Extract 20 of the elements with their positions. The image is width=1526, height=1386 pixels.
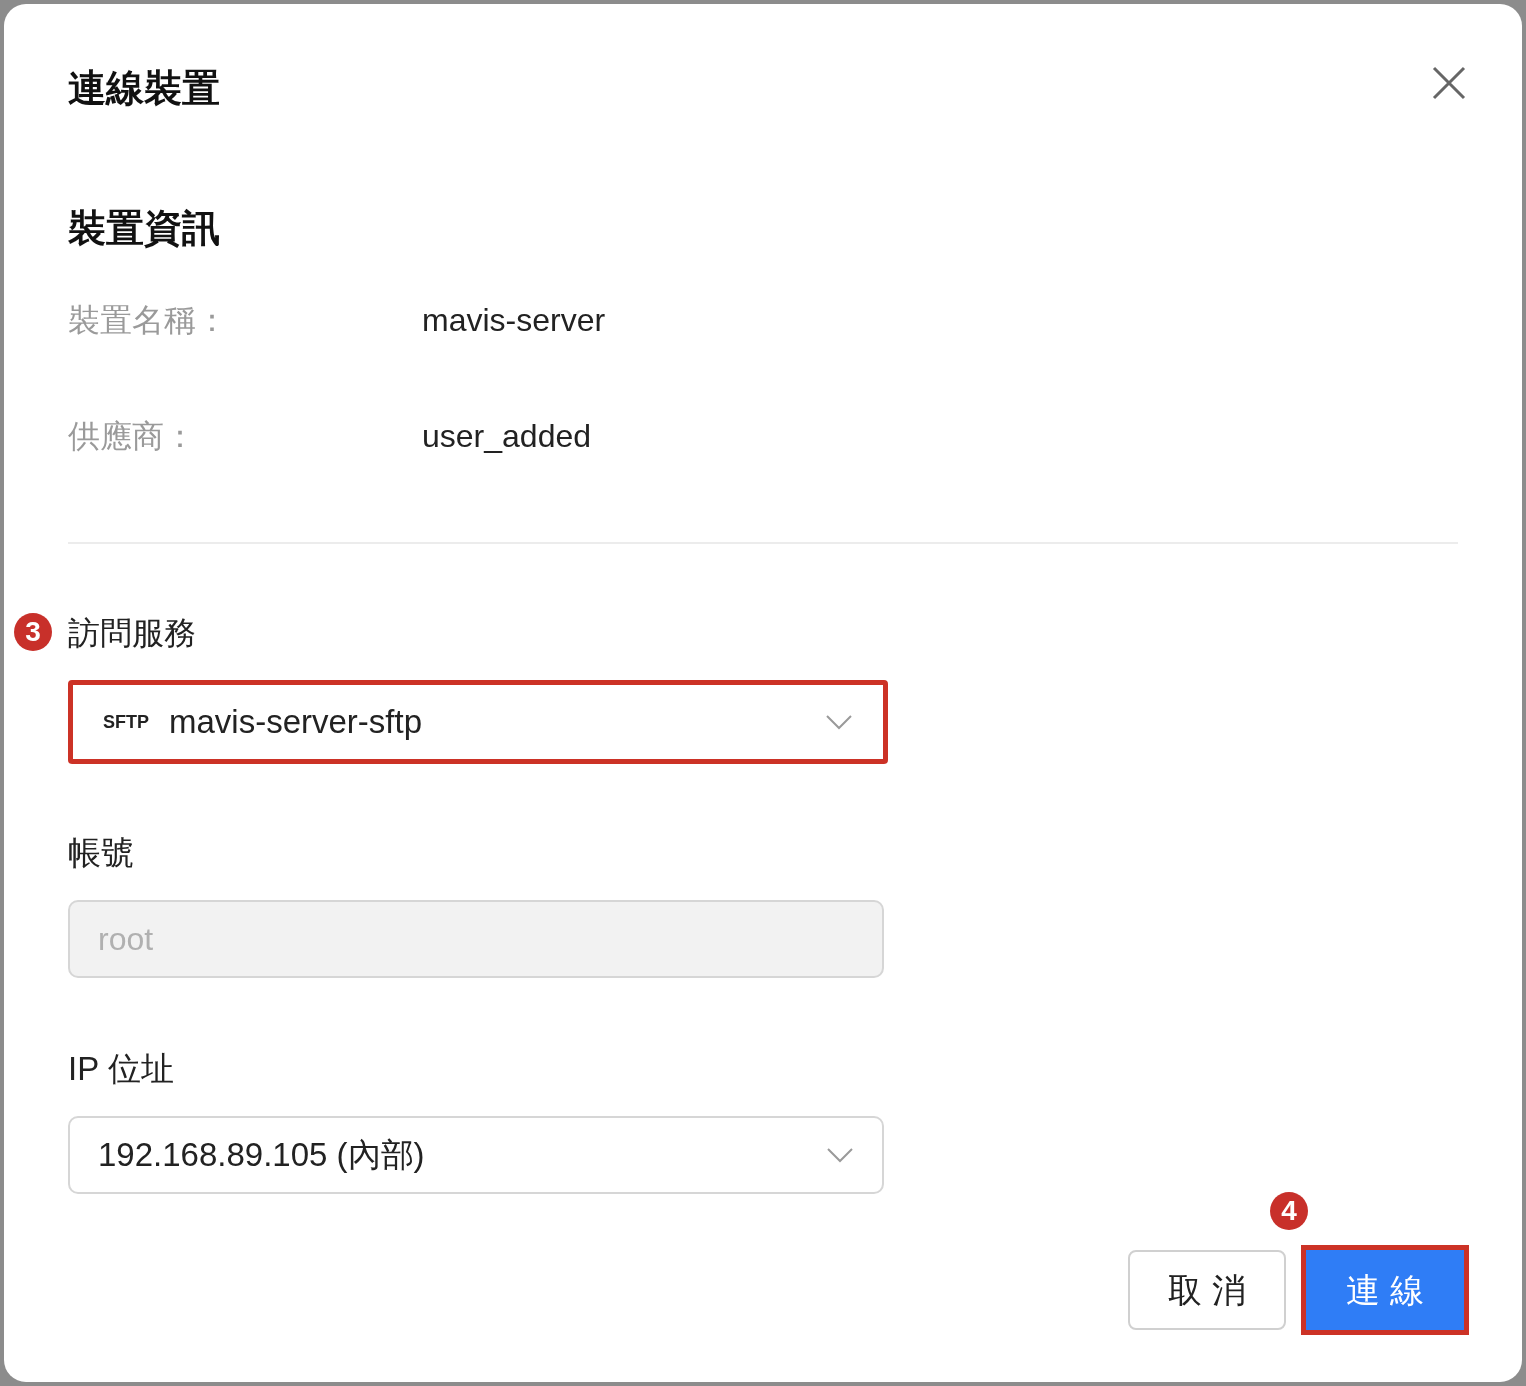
chevron-down-icon bbox=[825, 714, 853, 730]
field-label: IP 位址 bbox=[68, 1049, 175, 1089]
select-value: 192.168.89.105 (內部) bbox=[98, 1135, 426, 1176]
cancel-button[interactable]: 取 消 bbox=[1128, 1250, 1286, 1330]
step-marker: 4 bbox=[1270, 1192, 1308, 1230]
service-select[interactable]: SFTP mavis-server-sftp bbox=[68, 680, 888, 764]
select-value: mavis-server-sftp bbox=[169, 702, 424, 743]
field-label: 供應商： bbox=[68, 417, 197, 456]
chevron-down-icon bbox=[826, 1147, 854, 1163]
ip-select[interactable]: 192.168.89.105 (內部) bbox=[68, 1116, 884, 1194]
field-label: 帳號 bbox=[68, 833, 135, 873]
field-value: mavis-server bbox=[422, 301, 606, 340]
dialog-title: 連線裝置 bbox=[68, 66, 220, 111]
field-value: user_added bbox=[422, 417, 592, 456]
protocol-label: SFTP bbox=[103, 710, 149, 734]
close-icon bbox=[1432, 66, 1466, 100]
field-label: 訪問服務 bbox=[68, 614, 196, 653]
step-marker: 3 bbox=[14, 613, 52, 651]
field-label: 裝置名稱： bbox=[68, 301, 229, 340]
section-heading: 裝置資訊 bbox=[68, 206, 221, 251]
